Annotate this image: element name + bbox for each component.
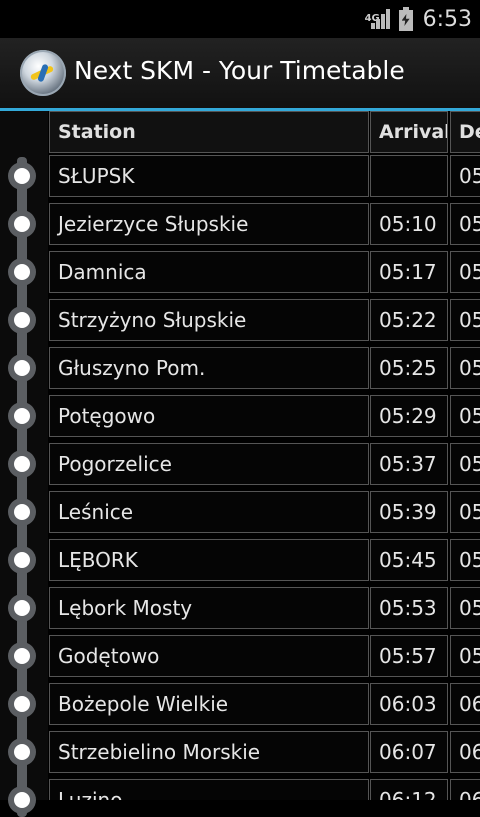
station-cell: Leśnice: [49, 491, 369, 533]
station-stop-icon: [8, 354, 36, 382]
station-cell: Strzyżyno Słupskie: [49, 299, 369, 341]
station-cell: Potęgowo: [49, 395, 369, 437]
departure-cell: 06: [450, 779, 480, 800]
arrival-cell: 05:22: [370, 299, 448, 341]
arrival-cell: 05:45: [370, 539, 448, 581]
station-stop-icon: [8, 546, 36, 574]
departure-cell: 05: [450, 395, 480, 437]
timeline-line: [17, 157, 27, 817]
station-stop-icon: [8, 690, 36, 718]
station-cell: LĘBORK: [49, 539, 369, 581]
departure-cell: 05: [450, 443, 480, 485]
column-header-station[interactable]: Station: [49, 111, 369, 153]
station-stop-icon: [8, 402, 36, 430]
table-header-row: Station Arrival De: [48, 111, 480, 155]
table-row[interactable]: SŁUPSK 05: [48, 155, 480, 199]
station-cell: Jezierzyce Słupskie: [49, 203, 369, 245]
arrival-cell: 05:53: [370, 587, 448, 629]
station-stop-icon: [8, 642, 36, 670]
arrival-cell: 05:10: [370, 203, 448, 245]
table-row[interactable]: Damnica05:1705: [48, 251, 480, 295]
clock-logo-icon[interactable]: [20, 50, 66, 96]
station-cell: Lębork Mosty: [49, 587, 369, 629]
app-title: Next SKM - Your Timetable: [74, 56, 405, 85]
station-stop-icon: [8, 258, 36, 286]
battery-icon: [398, 7, 413, 31]
status-icons: 4G 6:53: [365, 0, 472, 38]
departure-cell: 05: [450, 539, 480, 581]
arrival-cell: 05:25: [370, 347, 448, 389]
station-stop-icon: [8, 162, 36, 190]
station-stop-icon: [8, 498, 36, 526]
table-row[interactable]: Strzebielino Morskie06:0706: [48, 731, 480, 775]
departure-cell: 05: [450, 491, 480, 533]
arrival-cell: 06:03: [370, 683, 448, 725]
arrival-cell: [370, 155, 448, 197]
station-stop-icon: [8, 450, 36, 478]
departure-cell: 06: [450, 731, 480, 773]
table-row[interactable]: Godętowo05:5705: [48, 635, 480, 679]
station-cell: Głuszyno Pom.: [49, 347, 369, 389]
arrival-cell: 05:17: [370, 251, 448, 293]
arrival-cell: 06:12: [370, 779, 448, 800]
station-stop-icon: [8, 210, 36, 238]
station-cell: Strzebielino Morskie: [49, 731, 369, 773]
column-header-departure[interactable]: De: [450, 111, 480, 153]
action-bar: Next SKM - Your Timetable: [0, 38, 480, 111]
timeline-rail: [0, 111, 48, 817]
table-row[interactable]: Luzino06:1206: [48, 779, 480, 800]
station-cell: Damnica: [49, 251, 369, 293]
departure-cell: 06: [450, 683, 480, 725]
table-row[interactable]: Strzyżyno Słupskie05:2205: [48, 299, 480, 343]
arrival-cell: 05:37: [370, 443, 448, 485]
station-stop-icon: [8, 786, 36, 814]
arrival-cell: 05:29: [370, 395, 448, 437]
arrival-cell: 05:39: [370, 491, 448, 533]
arrival-cell: 05:57: [370, 635, 448, 677]
status-bar: 4G 6:53: [0, 0, 480, 38]
arrival-cell: 06:07: [370, 731, 448, 773]
station-cell: Luzino: [49, 779, 369, 800]
table-row[interactable]: Lębork Mosty05:5305: [48, 587, 480, 631]
table-row[interactable]: Potęgowo05:2905: [48, 395, 480, 439]
table-row[interactable]: LĘBORK05:4505: [48, 539, 480, 583]
departure-cell: 05: [450, 251, 480, 293]
station-stop-icon: [8, 738, 36, 766]
station-cell: Godętowo: [49, 635, 369, 677]
station-stop-icon: [8, 306, 36, 334]
station-cell: SŁUPSK: [49, 155, 369, 197]
table-row[interactable]: Głuszyno Pom.05:2505: [48, 347, 480, 391]
table-row[interactable]: Pogorzelice05:3705: [48, 443, 480, 487]
departure-cell: 05: [450, 587, 480, 629]
station-stop-icon: [8, 594, 36, 622]
timetable-table: Station Arrival De SŁUPSK05Jezierzyce Sł…: [48, 111, 480, 800]
column-header-arrival[interactable]: Arrival: [370, 111, 448, 153]
table-row[interactable]: Bożepole Wielkie06:0306: [48, 683, 480, 727]
departure-cell: 05: [450, 155, 480, 197]
departure-cell: 05: [450, 203, 480, 245]
signal-icon: 4G: [365, 7, 390, 31]
station-cell: Pogorzelice: [49, 443, 369, 485]
status-clock: 6:53: [422, 6, 472, 32]
departure-cell: 05: [450, 299, 480, 341]
table-row[interactable]: Jezierzyce Słupskie05:1005: [48, 203, 480, 247]
table-row[interactable]: Leśnice05:3905: [48, 491, 480, 535]
departure-cell: 05: [450, 635, 480, 677]
departure-cell: 05: [450, 347, 480, 389]
station-cell: Bożepole Wielkie: [49, 683, 369, 725]
